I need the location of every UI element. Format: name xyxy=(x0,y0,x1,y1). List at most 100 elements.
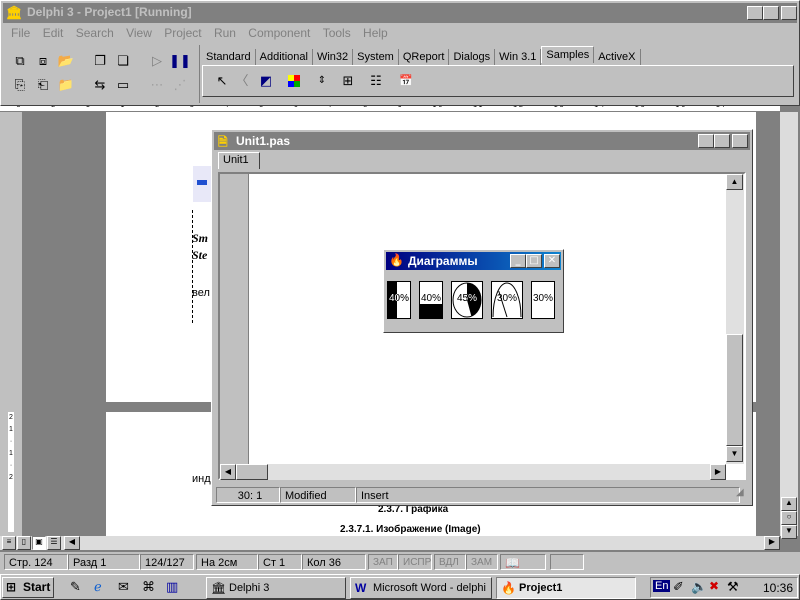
menu-run[interactable]: Run xyxy=(214,26,236,40)
word-text-frag-2: Ste xyxy=(192,248,208,262)
tab-qreport[interactable]: QReport xyxy=(399,49,450,65)
word-heading-2: 2.3.7.1. Изображение (Image) xyxy=(340,524,481,535)
word-status-rec[interactable]: ЗАП xyxy=(368,554,398,570)
tab-win32[interactable]: Win32 xyxy=(313,49,354,65)
word-view-online-button[interactable]: ▯ xyxy=(17,536,31,550)
run-icon[interactable]: ▷ xyxy=(146,51,168,71)
view-unit-icon[interactable]: ❐ xyxy=(89,51,111,71)
menu-component[interactable]: Component xyxy=(248,26,310,40)
calendar-icon[interactable]: 📅 xyxy=(395,71,417,91)
tray-pen-icon[interactable]: ✐ xyxy=(673,579,684,595)
spin-edit-icon[interactable]: ⊞ xyxy=(337,71,359,91)
open-project-icon[interactable]: ⧈ xyxy=(32,51,54,71)
word-vertical-scrollbar[interactable]: ▲ ○ ▼ xyxy=(780,112,798,539)
tab-system[interactable]: System xyxy=(353,49,399,65)
tray-sound-icon[interactable]: 🔈 xyxy=(691,579,707,595)
save-all-icon[interactable]: 📁 xyxy=(55,75,77,95)
editor-scroll-down-button[interactable]: ▼ xyxy=(726,446,743,462)
pointer-icon[interactable]: ↖ xyxy=(211,71,233,91)
start-button[interactable]: ⊞ Start xyxy=(2,577,54,598)
outlook-express-icon[interactable]: ✉ xyxy=(118,579,129,595)
dialog-close-button[interactable]: ✕ xyxy=(544,254,560,268)
word-next-page-button[interactable]: ▼ xyxy=(781,525,797,539)
menu-edit[interactable]: Edit xyxy=(43,26,64,40)
delphi-title-bar[interactable]: 🏛 Delphi 3 - Project1 [Running] _ □ ✕ xyxy=(3,3,797,23)
gauge-icon[interactable]: ◩ xyxy=(255,71,277,91)
scroll-left-icon[interactable]: 〈 xyxy=(231,71,253,91)
editor-hscroll-thumb[interactable] xyxy=(236,464,268,480)
tab-additional[interactable]: Additional xyxy=(256,49,313,65)
toggle-form-unit-icon[interactable]: ⇆ xyxy=(89,75,111,95)
word-select-browse-button[interactable]: ○ xyxy=(781,511,797,525)
editor-minimize-button[interactable]: _ xyxy=(698,134,714,148)
word-spelling-book-icon[interactable]: 📖 xyxy=(500,554,546,570)
editor-maximize-button[interactable]: □ xyxy=(714,134,730,148)
tray-tool-icon[interactable]: ⚒ xyxy=(727,579,739,595)
tab-activex[interactable]: ActiveX xyxy=(594,49,641,65)
editor-scroll-right-button[interactable]: ▶ xyxy=(710,464,726,480)
task-delphi[interactable]: 🏛 Delphi 3 xyxy=(206,577,346,599)
tray-network-icon[interactable]: ✖ xyxy=(709,579,719,593)
step-over-icon[interactable]: ⋯ xyxy=(146,75,168,95)
tab-dialogs[interactable]: Dialogs xyxy=(449,49,496,65)
add-file-icon[interactable]: ⎘ xyxy=(9,75,31,95)
dialog-torch-icon: 🔥 xyxy=(389,253,404,267)
editor-scroll-up-button[interactable]: ▲ xyxy=(726,174,743,190)
menu-view[interactable]: View xyxy=(126,26,152,40)
word-view-outline-button[interactable]: ☰ xyxy=(47,536,61,550)
menu-project[interactable]: Project xyxy=(164,26,201,40)
menu-help[interactable]: Help xyxy=(363,26,388,40)
task-word[interactable]: W Microsoft Word - delphi xyxy=(350,577,492,599)
menu-search[interactable]: Search xyxy=(76,26,114,40)
delphi-app-icon[interactable]: 🏛 xyxy=(6,5,23,21)
word-prev-page-button[interactable]: ▲ xyxy=(781,497,797,511)
editor-scroll-thumb[interactable] xyxy=(726,334,743,446)
pause-icon[interactable]: ❚❚ xyxy=(169,51,191,71)
internet-explorer-icon[interactable]: ℯ xyxy=(94,579,102,595)
editor-scroll-left-button[interactable]: ◀ xyxy=(220,464,236,480)
editor-title-bar[interactable]: 🗎 Unit1.pas _ □ ✕ xyxy=(214,132,750,150)
trace-into-icon[interactable]: ⋰ xyxy=(169,75,191,95)
tab-win31[interactable]: Win 3.1 xyxy=(495,49,542,65)
size-grip-icon[interactable]: ◢ xyxy=(736,487,744,498)
close-button[interactable]: ✕ xyxy=(781,6,797,20)
directory-outline-icon[interactable]: ☷ xyxy=(365,71,387,91)
editor-horizontal-scrollbar[interactable]: ◀ ▶ xyxy=(220,464,726,480)
editor-close-button[interactable]: ✕ xyxy=(732,134,748,148)
word-hscroll-left-button[interactable]: ◀ xyxy=(64,536,80,550)
new-form-icon[interactable]: ⧉ xyxy=(9,51,31,71)
word-status-ovr[interactable]: ЗАМ xyxy=(466,554,498,570)
books-icon[interactable]: ▥ xyxy=(166,579,178,595)
editor-tab-unit1[interactable]: Unit1 xyxy=(218,152,260,169)
dialog-maximize-button[interactable]: □ xyxy=(526,254,542,268)
channels-icon[interactable]: ⌘ xyxy=(142,579,155,595)
word-status-trk[interactable]: ИСПР xyxy=(398,554,432,570)
new-window-icon[interactable]: ▭ xyxy=(112,75,134,95)
editor-vertical-scrollbar[interactable]: ▲ ▼ xyxy=(726,174,744,464)
word-hscroll-right-button[interactable]: ▶ xyxy=(764,536,780,550)
clock[interactable]: 10:36 xyxy=(763,581,793,595)
remove-file-icon[interactable]: ⎗ xyxy=(32,75,54,95)
word-view-page-button[interactable]: ▣ xyxy=(32,536,46,550)
maximize-button[interactable]: □ xyxy=(763,6,779,20)
gauge-pie-label: 45% xyxy=(456,293,477,304)
spin-button-icon[interactable]: ⇕ xyxy=(311,71,333,91)
word-view-normal-button[interactable]: ≡ xyxy=(2,536,16,550)
menu-file[interactable]: File xyxy=(11,26,30,40)
editor-title: Unit1.pas xyxy=(236,134,291,148)
view-form-icon[interactable]: ❏ xyxy=(112,51,134,71)
tab-standard[interactable]: Standard xyxy=(202,49,256,65)
menu-tools[interactable]: Tools xyxy=(323,26,351,40)
tab-samples[interactable]: Samples xyxy=(541,46,595,63)
dialog-title-bar[interactable]: 🔥 Диаграммы _ □ ✕ xyxy=(386,252,561,270)
word-horizontal-scrollbar[interactable]: ≡ ▯ ▣ ☰ ◀ ▶ xyxy=(0,536,780,550)
language-indicator[interactable]: En xyxy=(653,580,671,592)
word-status-ext[interactable]: ВДЛ xyxy=(434,554,466,570)
show-desktop-icon[interactable]: ✎ xyxy=(70,579,81,595)
minimize-button[interactable]: _ xyxy=(747,6,763,20)
open-folder-icon[interactable]: 📂 xyxy=(55,51,77,71)
dialog-minimize-button[interactable]: _ xyxy=(510,254,526,268)
color-grid-icon[interactable] xyxy=(283,71,305,91)
task-project1[interactable]: 🔥 Project1 xyxy=(496,577,636,599)
word-vertical-ruler[interactable]: 2 1 · 1 · 2 xyxy=(0,112,23,536)
